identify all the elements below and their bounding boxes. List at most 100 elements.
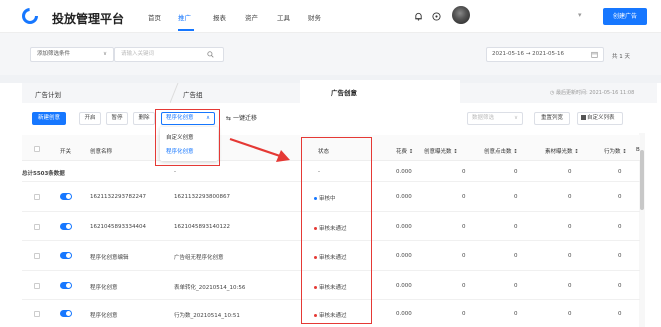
chevron-down-icon: ∨ <box>102 51 107 57</box>
material-impressions-value: 0 <box>568 283 572 289</box>
creative-id: 表单转化_20210514_10:56 <box>174 285 246 291</box>
material-impressions-value: 0 <box>568 194 572 200</box>
last-updated-text: ◷ 最后更新时间: 2021-05-16 11:08 <box>550 90 635 96</box>
impressions-value: 0 <box>462 283 466 289</box>
tab-active-background <box>300 80 460 103</box>
creative-id: 广告组无程序化创意 <box>174 255 224 261</box>
top-bar: 投放管理平台 首页 推广 报表 资产 工具 财务 ▾ 创建广告 <box>0 0 661 33</box>
total-conversions: 0 <box>618 169 622 175</box>
nav-assets[interactable]: 资产 <box>245 12 258 22</box>
creative-id: 1621045893140122 <box>174 224 230 230</box>
data-filter-select[interactable]: 数据筛选 ∨ <box>467 112 523 125</box>
creative-name[interactable]: 程序化创意编辑 <box>90 253 129 261</box>
search-icon[interactable] <box>207 51 214 58</box>
conversions-value: 0 <box>618 283 622 289</box>
header-clicks[interactable]: 创意点击数 ↕ <box>484 147 518 155</box>
header-material-impressions[interactable]: 素材曝光数 ↕ <box>545 147 579 155</box>
material-impressions-value: 0 <box>568 224 572 230</box>
clicks-value: 0 <box>514 224 518 230</box>
convert-icon: ⇆ <box>226 115 232 122</box>
creative-name[interactable]: 程序化创意 <box>90 283 118 291</box>
highlight-box-status-column <box>301 137 372 324</box>
days-count: 共 1 天 <box>612 54 630 60</box>
custom-columns-button[interactable]: 自定义列表 <box>577 112 623 125</box>
one-click-convert-button[interactable]: ⇆ 一键迁移 <box>226 113 257 122</box>
cost-value: 0.000 <box>396 283 412 289</box>
date-range-picker[interactable]: 2021-05-16 → 2021-05-16 <box>486 47 604 62</box>
table-scrollbar[interactable] <box>640 150 644 210</box>
select-all-checkbox[interactable] <box>34 146 40 152</box>
app-logo-icon <box>22 8 38 24</box>
header-cost[interactable]: 花费 ↕ <box>396 147 413 155</box>
total-impressions: 0 <box>462 169 466 175</box>
bell-icon[interactable] <box>414 12 423 21</box>
highlight-box-mode-select <box>155 109 220 166</box>
delete-button[interactable]: 删除 <box>133 112 155 125</box>
custom-columns-label: 自定义列表 <box>587 115 615 121</box>
user-avatar[interactable] <box>452 6 470 24</box>
creative-name[interactable]: 1621045893334404 <box>90 224 146 230</box>
row-checkbox[interactable] <box>34 194 40 200</box>
nav-promotion[interactable]: 推广 <box>178 12 191 22</box>
creative-id: 1621132293800867 <box>174 194 230 200</box>
nav-reports[interactable]: 报表 <box>213 12 226 22</box>
annotation-arrow-icon <box>229 137 290 162</box>
tab-ad-groups[interactable]: 广告组 <box>183 89 203 99</box>
total-id: - <box>174 169 176 175</box>
row-switch-toggle[interactable] <box>60 310 72 317</box>
tab-ad-plans[interactable]: 广告计划 <box>35 89 61 99</box>
creative-name[interactable]: 1621132293782247 <box>90 194 146 200</box>
header-conversions[interactable]: 行为数 ↕ <box>604 147 627 155</box>
add-filter-select[interactable]: 添加筛选条件 ∨ <box>30 47 114 62</box>
filter-bar: 添加筛选条件 ∨ 请输入关键词 2021-05-16 → 2021-05-16 … <box>0 33 661 75</box>
cost-value: 0.000 <box>396 311 412 317</box>
columns-icon <box>581 115 586 120</box>
creative-name[interactable]: 程序化创意 <box>90 311 118 319</box>
reset-column-width-button[interactable]: 重置列宽 <box>534 112 570 125</box>
keyword-search-input[interactable]: 请输入关键词 <box>114 47 224 62</box>
row-switch-toggle[interactable] <box>60 252 72 259</box>
tab-ad-creatives[interactable]: 广告创意 <box>331 87 357 97</box>
row-checkbox[interactable] <box>34 224 40 230</box>
conversions-value: 0 <box>618 311 622 317</box>
conversions-value: 0 <box>618 224 622 230</box>
clicks-value: 0 <box>514 283 518 289</box>
creative-id: 行为数_20210514_10:51 <box>174 313 240 319</box>
help-icon[interactable] <box>432 12 441 21</box>
total-material-impressions: 0 <box>568 169 572 175</box>
enable-button[interactable]: 开启 <box>79 112 101 125</box>
row-checkbox[interactable] <box>34 283 40 289</box>
chevron-down-icon: ∨ <box>513 115 518 121</box>
nav-home[interactable]: 首页 <box>148 12 161 22</box>
row-switch-toggle[interactable] <box>60 193 72 200</box>
calendar-icon <box>591 51 598 58</box>
clicks-value: 0 <box>514 311 518 317</box>
data-filter-value: 数据筛选 <box>472 115 495 121</box>
row-switch-toggle[interactable] <box>60 282 72 289</box>
header-impressions[interactable]: 创意曝光数 ↕ <box>424 147 458 155</box>
cost-value: 0.000 <box>396 194 412 200</box>
conversions-value: 0 <box>618 194 622 200</box>
date-range-value: 2021-05-16 → 2021-05-16 <box>492 51 565 57</box>
row-checkbox[interactable] <box>34 253 40 259</box>
header-name[interactable]: 创意名称 <box>90 147 112 155</box>
cost-value: 0.000 <box>396 224 412 230</box>
clicks-value: 0 <box>514 194 518 200</box>
material-impressions-value: 0 <box>568 311 572 317</box>
keyword-placeholder: 请输入关键词 <box>121 51 155 57</box>
row-switch-toggle[interactable] <box>60 223 72 230</box>
account-dropdown-icon[interactable]: ▾ <box>578 11 582 19</box>
nav-finance[interactable]: 财务 <box>308 12 321 22</box>
row-checkbox[interactable] <box>34 311 40 317</box>
toolbar: 新建创意 开启 暂停 删除 程序化创意 ∧ ⇆ 一键迁移 数据筛选 ∨ 重置列宽… <box>22 103 657 133</box>
total-cost: 0.000 <box>396 169 412 175</box>
cost-value: 0.000 <box>396 253 412 259</box>
pause-button[interactable]: 暂停 <box>106 112 128 125</box>
app-title: 投放管理平台 <box>52 12 125 26</box>
new-creative-button[interactable]: 新建创意 <box>32 112 66 125</box>
nav-tools[interactable]: 工具 <box>277 12 290 22</box>
add-filter-label: 添加筛选条件 <box>37 51 71 57</box>
convert-label: 一键迁移 <box>232 115 257 122</box>
impressions-value: 0 <box>462 311 466 317</box>
create-ad-button[interactable]: 创建广告 <box>603 8 647 25</box>
